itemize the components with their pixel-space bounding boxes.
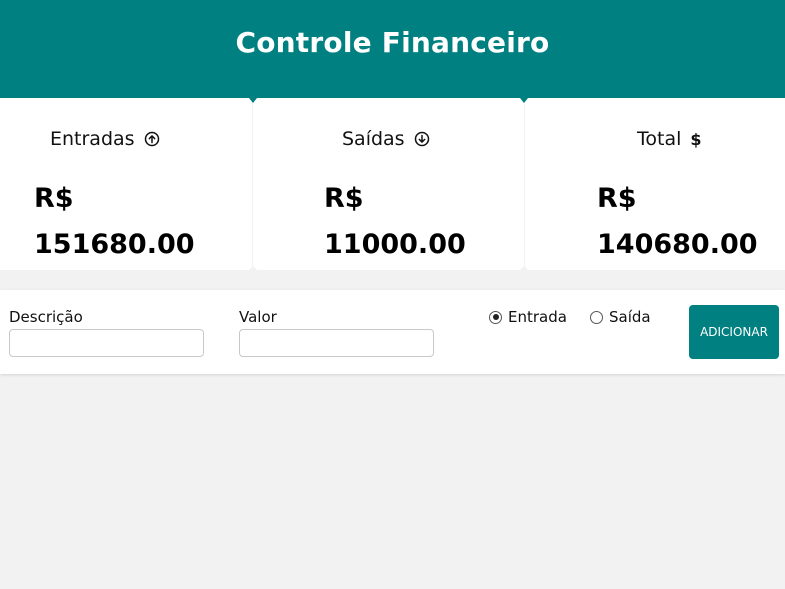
radio-saida[interactable]: Saída bbox=[590, 308, 651, 326]
app-header: Controle Financeiro bbox=[0, 0, 785, 98]
transaction-form: Descrição Valor Entrada Saída ADICIONAR bbox=[0, 290, 785, 374]
summary-cards: Entradas R$ 151680.00 Saídas R$ 11000.00… bbox=[0, 98, 785, 270]
card-saidas-currency: R$ bbox=[324, 183, 364, 214]
card-saidas-header: Saídas bbox=[342, 128, 430, 150]
valor-input[interactable] bbox=[239, 329, 434, 357]
card-total-amount: 140680.00 bbox=[597, 229, 758, 260]
card-divider-notch bbox=[249, 98, 257, 103]
add-button[interactable]: ADICIONAR bbox=[689, 305, 779, 359]
card-entradas: Entradas R$ 151680.00 bbox=[0, 98, 252, 270]
radio-saida-label[interactable]: Saída bbox=[609, 308, 651, 326]
descricao-label: Descrição bbox=[9, 308, 83, 326]
card-total: Total $ R$ 140680.00 bbox=[525, 98, 785, 270]
card-saidas-label: Saídas bbox=[342, 128, 405, 150]
card-entradas-value: R$ 151680.00 bbox=[34, 176, 195, 268]
card-saidas-amount: 11000.00 bbox=[324, 229, 466, 260]
arrow-up-circle-icon bbox=[144, 131, 160, 147]
card-divider-notch bbox=[520, 266, 528, 270]
card-total-header: Total $ bbox=[637, 128, 702, 150]
descricao-input[interactable] bbox=[9, 329, 204, 357]
radio-entrada[interactable]: Entrada bbox=[489, 308, 567, 326]
card-entradas-header: Entradas bbox=[50, 128, 160, 150]
valor-label: Valor bbox=[239, 308, 277, 326]
valor-field-group: Valor bbox=[239, 308, 434, 357]
card-entradas-label: Entradas bbox=[50, 128, 135, 150]
radio-saida-button[interactable] bbox=[590, 310, 603, 324]
card-total-label: Total bbox=[637, 128, 682, 150]
dollar-icon: $ bbox=[690, 129, 702, 149]
radio-entrada-button[interactable] bbox=[489, 310, 502, 324]
card-total-value: R$ 140680.00 bbox=[597, 176, 758, 268]
descricao-field-group: Descrição bbox=[9, 308, 204, 357]
card-divider-notch bbox=[520, 98, 528, 103]
card-divider-notch bbox=[249, 266, 257, 270]
card-saidas: Saídas R$ 11000.00 bbox=[253, 98, 524, 270]
radio-entrada-label[interactable]: Entrada bbox=[508, 308, 567, 326]
page-title: Controle Financeiro bbox=[235, 25, 550, 59]
card-entradas-amount: 151680.00 bbox=[34, 229, 195, 260]
card-total-currency: R$ bbox=[597, 183, 637, 214]
card-saidas-value: R$ 11000.00 bbox=[324, 176, 466, 268]
card-entradas-currency: R$ bbox=[34, 183, 74, 214]
arrow-down-circle-icon bbox=[414, 131, 430, 147]
